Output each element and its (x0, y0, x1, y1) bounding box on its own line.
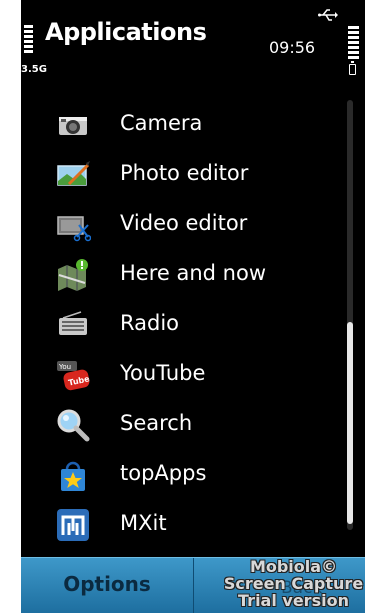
radio-icon (59, 311, 87, 335)
list-item-label: YouTube (120, 361, 206, 385)
usb-icon (318, 9, 338, 21)
phone-screen: Applications 3.5G 09:56 Camera Photo edi… (21, 0, 365, 613)
svg-text:You: You (58, 363, 71, 371)
list-item-label: Radio (120, 311, 180, 335)
camera-icon (59, 117, 87, 135)
list-item-label: Here and now (120, 261, 266, 285)
list-item-youtube[interactable]: You Tube YouTube (21, 350, 341, 400)
list-item-label: MXit (120, 511, 167, 535)
list-item-topapps[interactable]: topApps (21, 450, 341, 500)
battery-icon (349, 61, 356, 75)
list-item-mxit[interactable]: MXit (21, 500, 341, 550)
signal-strength-icon (24, 25, 33, 55)
list-item-label: Search (120, 411, 193, 435)
list-item-photo-editor[interactable]: Photo editor (21, 150, 341, 200)
list-item-camera[interactable]: Camera (21, 100, 341, 150)
list-item-here-and-now[interactable]: Here and now (21, 250, 341, 300)
youtube-icon: You Tube (57, 361, 91, 391)
photo-editor-icon (57, 161, 90, 186)
softkey-divider (193, 558, 194, 613)
page-title: Applications (45, 18, 207, 46)
mxit-icon (57, 509, 89, 541)
network-type-label: 3.5G (21, 64, 47, 75)
here-and-now-icon (58, 259, 88, 291)
list-item-search[interactable]: Search (21, 400, 341, 450)
list-item-label: Photo editor (120, 161, 249, 185)
clock: 09:56 (269, 38, 316, 57)
list-item-video-editor[interactable]: Video editor (21, 200, 341, 250)
watermark-line: Mobiola© (249, 557, 338, 576)
list-item-label: Camera (120, 111, 203, 135)
topapps-icon (61, 461, 85, 491)
list-item-label: topApps (120, 461, 207, 485)
scrollbar-thumb[interactable] (347, 322, 353, 524)
search-icon (57, 409, 90, 442)
battery-level-icon (348, 26, 359, 61)
video-editor-icon (57, 216, 91, 242)
options-button[interactable]: Options (21, 572, 193, 596)
watermark: Mobiola© Screen Capture Trial version (221, 558, 365, 609)
watermark-line: Trial version (238, 591, 349, 610)
list-item-label: Video editor (120, 211, 248, 235)
watermark-line: Screen Capture (223, 574, 364, 593)
status-bar: Applications 3.5G 09:56 (21, 0, 365, 85)
list-item-radio[interactable]: Radio (21, 300, 341, 350)
